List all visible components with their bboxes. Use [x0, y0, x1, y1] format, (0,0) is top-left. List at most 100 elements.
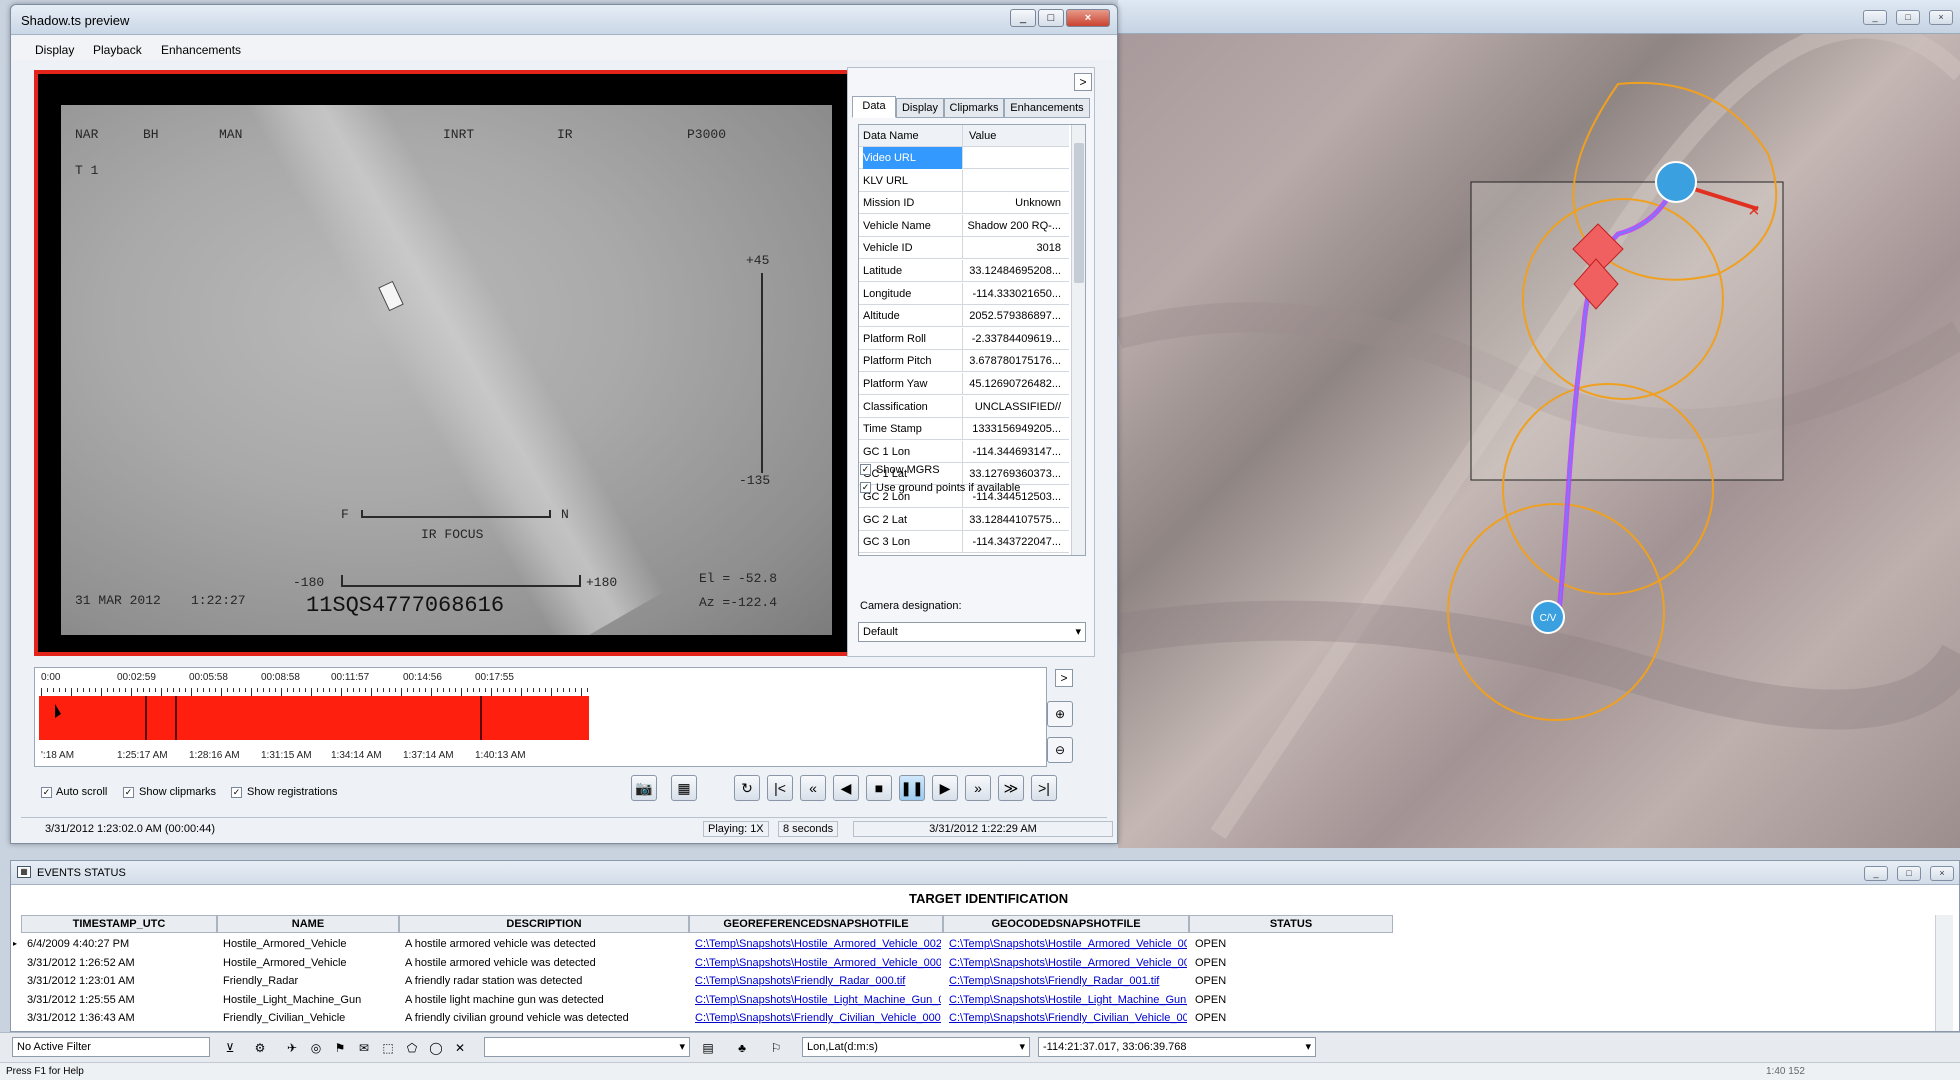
georeference-icon[interactable]: ▦ — [671, 775, 697, 801]
grid-row[interactable]: KLV URL — [859, 169, 1069, 192]
close-button[interactable]: × — [1066, 9, 1110, 27]
show-mgrs-checkbox[interactable]: ✓ — [860, 464, 871, 475]
column-header[interactable]: GEOCODEDSNAPSHOTFILE — [943, 915, 1189, 933]
select-box-icon[interactable]: ⬚ — [380, 1040, 396, 1056]
video-player[interactable]: NAR BH MAN INRT IR P3000 T 1 +45 -135 F … — [34, 70, 851, 656]
column-header[interactable]: TIMESTAMP_UTC — [21, 915, 217, 933]
snapshot-link[interactable]: C:\Temp\Snapshots\Hostile_Light_Machine_… — [949, 991, 1187, 1009]
show-clipmarks-checkbox[interactable]: ✓ — [123, 787, 134, 798]
grid-scrollbar[interactable] — [1071, 125, 1085, 555]
menu-display[interactable]: Display — [35, 43, 74, 57]
filter-settings-icon[interactable]: ⚙ — [252, 1040, 268, 1056]
coord-format-select[interactable]: Lon,Lat(d:m:s) ▾ — [802, 1037, 1030, 1057]
tab-enhancements[interactable]: Enhancements — [1004, 98, 1090, 118]
grid-row[interactable]: Platform Yaw 45.12690726482... — [859, 373, 1069, 395]
grid-row[interactable]: Platform Pitch 3.678780175176... — [859, 350, 1069, 373]
mouse-cursor-icon — [55, 704, 61, 718]
snapshot-link[interactable]: C:\Temp\Snapshots\Friendly_Radar_001.tif — [949, 972, 1187, 990]
stop-icon[interactable]: ■ — [866, 775, 892, 801]
clipmark[interactable] — [145, 696, 147, 740]
close-button[interactable]: × — [1929, 10, 1953, 25]
aircraft-icon[interactable]: ✈ — [284, 1040, 300, 1056]
snapshot-link[interactable]: C:\Temp\Snapshots\Hostile_Armored_Vehicl… — [949, 935, 1187, 953]
auto-scroll-checkbox[interactable]: ✓ — [41, 787, 52, 798]
previous-clip-icon[interactable]: |< — [767, 775, 793, 801]
polygon-icon[interactable]: ⬠ — [404, 1040, 420, 1056]
pin-icon[interactable]: ✕ — [452, 1040, 468, 1056]
menu-playback[interactable]: Playback — [93, 43, 142, 57]
grid-row[interactable]: GC 3 Lon -114.343722047... — [859, 531, 1069, 554]
grid-row[interactable]: Vehicle ID 3018 — [859, 237, 1069, 260]
pause-icon[interactable]: ❚❚ — [899, 775, 925, 801]
scrollbar-thumb[interactable] — [1074, 143, 1084, 283]
grid-row[interactable]: Vehicle Name Shadow 200 RQ-... — [859, 214, 1069, 237]
grid-row[interactable]: Altitude 2052.579386897... — [859, 305, 1069, 328]
globe-icon[interactable]: ◎ — [308, 1040, 324, 1056]
osd-ir: IR — [557, 127, 573, 142]
video-feed[interactable]: NAR BH MAN INRT IR P3000 T 1 +45 -135 F … — [61, 105, 832, 635]
layer-select[interactable]: ▾ — [484, 1037, 690, 1057]
camera-designation-select[interactable]: Default ▾ — [858, 622, 1086, 642]
timeline[interactable]: 0:00 00:02:59 00:05:58 00:08:58 00:11:57 00:1… — [34, 667, 1047, 767]
minimize-button[interactable]: _ — [1010, 9, 1036, 27]
expand-panel-icon[interactable]: > — [1074, 73, 1092, 91]
snapshot-link[interactable]: C:\Temp\Snapshots\Hostile_Armored_Vehicl… — [695, 954, 941, 972]
grid-row[interactable]: Longitude -114.333021650... — [859, 282, 1069, 305]
network-icon[interactable]: ⚑ — [332, 1040, 348, 1056]
zoom-out-icon[interactable]: ⊖ — [1047, 737, 1073, 763]
tab-display[interactable]: Display — [896, 98, 944, 118]
clipmark[interactable] — [480, 696, 482, 740]
zoom-in-icon[interactable]: ⊕ — [1047, 701, 1073, 727]
grid-row[interactable]: Time Stamp 1333156949205... — [859, 418, 1069, 441]
snapshot-icon[interactable]: 📷 — [631, 775, 657, 801]
fast-forward-icon[interactable]: » — [965, 775, 991, 801]
grid-row[interactable]: Mission ID Unknown — [859, 192, 1069, 215]
step-forward-icon[interactable]: ▶ — [932, 775, 958, 801]
minimize-button[interactable]: _ — [1863, 10, 1887, 25]
show-registrations-checkbox[interactable]: ✓ — [231, 787, 242, 798]
snapshot-link[interactable]: C:\Temp\Snapshots\Hostile_Light_Machine_… — [695, 991, 941, 1009]
ground-points-checkbox[interactable]: ✓ — [860, 482, 871, 493]
flag-icon[interactable]: ⚐ — [768, 1040, 784, 1056]
filter-icon[interactable]: ⊻ — [222, 1040, 238, 1056]
snapshot-link[interactable]: C:\Temp\Snapshots\Friendly_Civilian_Vehi… — [695, 1009, 941, 1027]
grid-row[interactable]: Classification UNCLASSIFIED// — [859, 395, 1069, 418]
tree-icon[interactable]: ♣ — [734, 1040, 750, 1056]
step-back-icon[interactable]: ◀ — [833, 775, 859, 801]
snapshot-link[interactable]: C:\Temp\Snapshots\Hostile_Armored_Vehicl… — [695, 935, 941, 953]
maximize-button[interactable]: □ — [1896, 10, 1920, 25]
column-header[interactable]: NAME — [217, 915, 399, 933]
tab-clipmarks[interactable]: Clipmarks — [944, 98, 1004, 118]
mail-icon[interactable]: ✉ — [356, 1040, 372, 1056]
column-header[interactable]: GEOREFERENCEDSNAPSHOTFILE — [689, 915, 943, 933]
menu-enhancements[interactable]: Enhancements — [161, 43, 241, 57]
clipmark[interactable] — [175, 696, 177, 740]
tab-data[interactable]: Data — [852, 96, 896, 118]
maximize-button[interactable]: □ — [1038, 9, 1064, 27]
next-clip-icon[interactable]: >| — [1031, 775, 1057, 801]
rewind-icon[interactable]: « — [800, 775, 826, 801]
events-scrollbar[interactable] — [1935, 915, 1953, 1031]
filter-field[interactable]: No Active Filter — [12, 1037, 210, 1057]
grid-row[interactable]: Platform Roll -2.33784409619... — [859, 327, 1069, 350]
column-header[interactable]: STATUS — [1189, 915, 1393, 933]
skip-forward-icon[interactable]: ≫ — [998, 775, 1024, 801]
close-button[interactable]: × — [1930, 866, 1954, 881]
expand-timeline-icon[interactable]: > — [1055, 669, 1073, 687]
snapshot-link[interactable]: C:\Temp\Snapshots\Friendly_Radar_000.tif — [695, 972, 941, 990]
grid-row[interactable]: Video URL — [859, 147, 1069, 169]
map-view[interactable]: _ □ × × C/V — [1118, 0, 1960, 848]
snapshot-link[interactable]: C:\Temp\Snapshots\Friendly_Civilian_Vehi… — [949, 1009, 1187, 1027]
coord-value-field[interactable]: -114:21:37.017, 33:06:39.768 ▾ — [1038, 1037, 1316, 1057]
layers-icon[interactable]: ▤ — [700, 1040, 716, 1056]
grid-row[interactable]: Latitude 33.12484695208... — [859, 260, 1069, 282]
timeline-range[interactable] — [39, 696, 589, 740]
maximize-button[interactable]: □ — [1897, 866, 1921, 881]
column-header[interactable]: DESCRIPTION — [399, 915, 689, 933]
snapshot-link[interactable]: C:\Temp\Snapshots\Hostile_Armored_Vehicl… — [949, 954, 1187, 972]
grid-row[interactable]: GC 1 Lon -114.344693147... — [859, 440, 1069, 463]
grid-row[interactable]: GC 2 Lat 33.12844107575... — [859, 508, 1069, 531]
minimize-button[interactable]: _ — [1864, 866, 1888, 881]
loop-icon[interactable]: ↻ — [734, 775, 760, 801]
circle-icon[interactable]: ◯ — [428, 1040, 444, 1056]
